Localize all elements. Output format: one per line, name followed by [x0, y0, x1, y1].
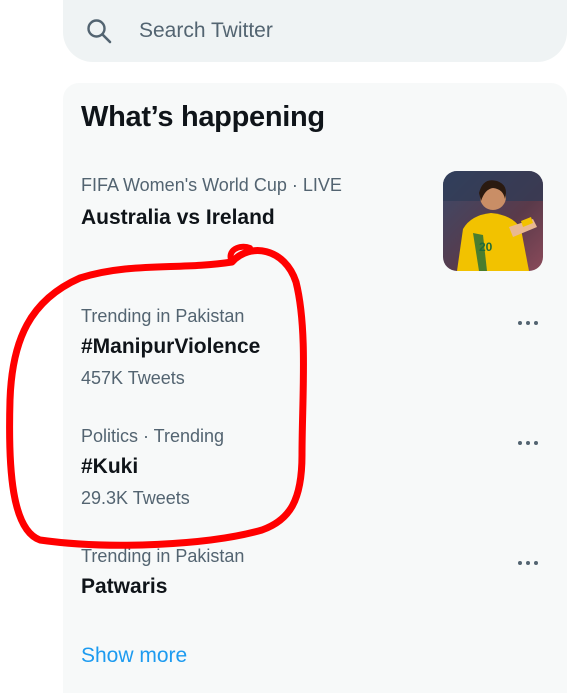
more-horizontal-icon[interactable]: [514, 555, 544, 571]
trend-tweet-count: 29.3K Tweets: [81, 488, 190, 508]
trend-name: Australia vs Ireland: [81, 206, 275, 229]
svg-text:20: 20: [479, 240, 493, 254]
trend-thumbnail-image[interactable]: 20: [443, 171, 543, 271]
trend-name: #ManipurViolence: [81, 335, 261, 358]
more-horizontal-icon[interactable]: [514, 315, 544, 331]
panel-title: What’s happening: [81, 101, 325, 133]
trend-meta: Trending in Pakistan: [81, 306, 245, 326]
trend-meta: Trending in Pakistan: [81, 546, 245, 566]
search-input[interactable]: Search Twitter: [139, 19, 273, 43]
trend-name: #Kuki: [81, 455, 139, 478]
more-horizontal-icon[interactable]: [514, 435, 544, 451]
search-icon: [87, 19, 112, 44]
trend-meta: Politics · Trending: [81, 426, 225, 446]
trend-tweet-count: 457K Tweets: [81, 368, 185, 388]
show-more-link[interactable]: Show more: [81, 644, 187, 668]
trend-meta: FIFA Women's World Cup · LIVE: [81, 175, 342, 195]
trend-name: Patwaris: [81, 575, 168, 598]
